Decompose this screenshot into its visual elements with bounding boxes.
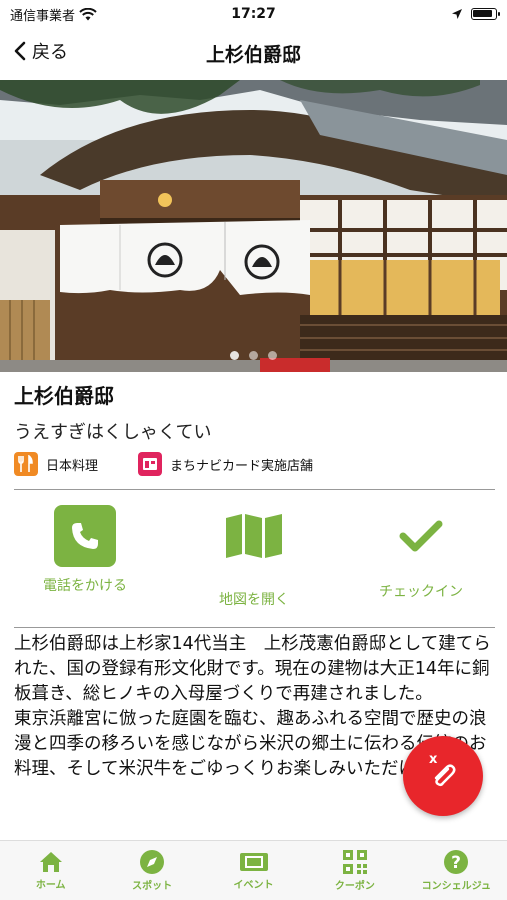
svg-text:?: ? (451, 853, 461, 873)
tab-label: ホーム (35, 880, 66, 891)
divider (14, 627, 495, 628)
tab-label: イベント (233, 880, 274, 891)
chevron-left-icon (14, 41, 26, 61)
carrier-label: 通信事業者 (10, 8, 76, 24)
checkmark-icon (390, 505, 452, 567)
tab-concierge[interactable]: ? コンシェルジュ (406, 841, 507, 900)
status-time: 17:27 (231, 6, 276, 22)
carousel-dot[interactable] (230, 351, 239, 360)
card-shop-icon (138, 452, 163, 476)
hero-image-carousel[interactable] (0, 80, 507, 372)
back-button[interactable]: 戻る (14, 38, 68, 64)
battery-level (473, 10, 492, 17)
tag-label: まちナビカード実施店舗 (170, 458, 314, 474)
call-label: 電話をかける (43, 578, 127, 594)
map-label: 地図を開く (219, 592, 289, 608)
wifi-icon (79, 7, 97, 20)
back-label: 戻る (32, 42, 68, 63)
battery-icon (471, 8, 500, 20)
tab-bar: ホーム スポット イベント クーポン ? コンシェルジュ (0, 840, 507, 900)
home-icon (39, 852, 62, 872)
attachment-fab[interactable]: x (403, 736, 483, 816)
help-icon: ? (444, 850, 469, 874)
restaurant-icon (14, 452, 38, 476)
tab-spot[interactable]: スポット (101, 841, 202, 900)
place-name: 上杉伯爵邸 (14, 384, 114, 408)
tab-label: スポット (132, 881, 173, 892)
tab-home[interactable]: ホーム (0, 841, 101, 900)
close-icon: x (429, 752, 438, 767)
map-icon (223, 505, 285, 567)
tab-event[interactable]: イベント (203, 841, 304, 900)
action-row: 電話をかける 地図を開く チェックイン (0, 505, 507, 615)
status-right (451, 8, 500, 20)
tag-card-shop: まちナビカード実施店舗 (138, 452, 313, 476)
call-button[interactable]: 電話をかける (10, 505, 160, 595)
carousel-dot[interactable] (268, 351, 277, 360)
tab-coupon[interactable]: クーポン (304, 841, 405, 900)
carousel-dots (0, 351, 507, 360)
ticket-icon (239, 853, 268, 871)
nav-bar: 戻る 上杉伯爵邸 (0, 28, 507, 78)
building-photo (0, 80, 507, 372)
qr-code-icon (342, 850, 367, 874)
compass-icon (140, 850, 165, 874)
location-arrow-icon (452, 9, 462, 19)
tab-label: クーポン (334, 881, 375, 892)
place-reading: うえすぎはくしゃくてい (14, 422, 212, 443)
open-map-button[interactable]: 地図を開く (179, 505, 329, 609)
tag-cuisine: 日本料理 (14, 452, 98, 476)
tab-label: コンシェルジュ (421, 881, 491, 892)
status-left: 通信事業者 (10, 5, 97, 24)
checkin-button[interactable]: チェックイン (346, 505, 496, 601)
status-bar: 通信事業者 17:27 (0, 0, 507, 28)
checkin-label: チェックイン (379, 584, 463, 600)
description-paragraph: 上杉伯爵邸は上杉家14代当主 上杉茂憲伯爵邸として建てられた、国の登録有形文化財… (14, 634, 491, 704)
phone-icon (54, 505, 116, 567)
page-title: 上杉伯爵邸 (205, 43, 301, 66)
carousel-dot[interactable] (249, 351, 258, 360)
tag-label: 日本料理 (46, 458, 99, 474)
tag-list: 日本料理 まちナビカード実施店舗 (14, 452, 313, 476)
divider (14, 489, 495, 490)
